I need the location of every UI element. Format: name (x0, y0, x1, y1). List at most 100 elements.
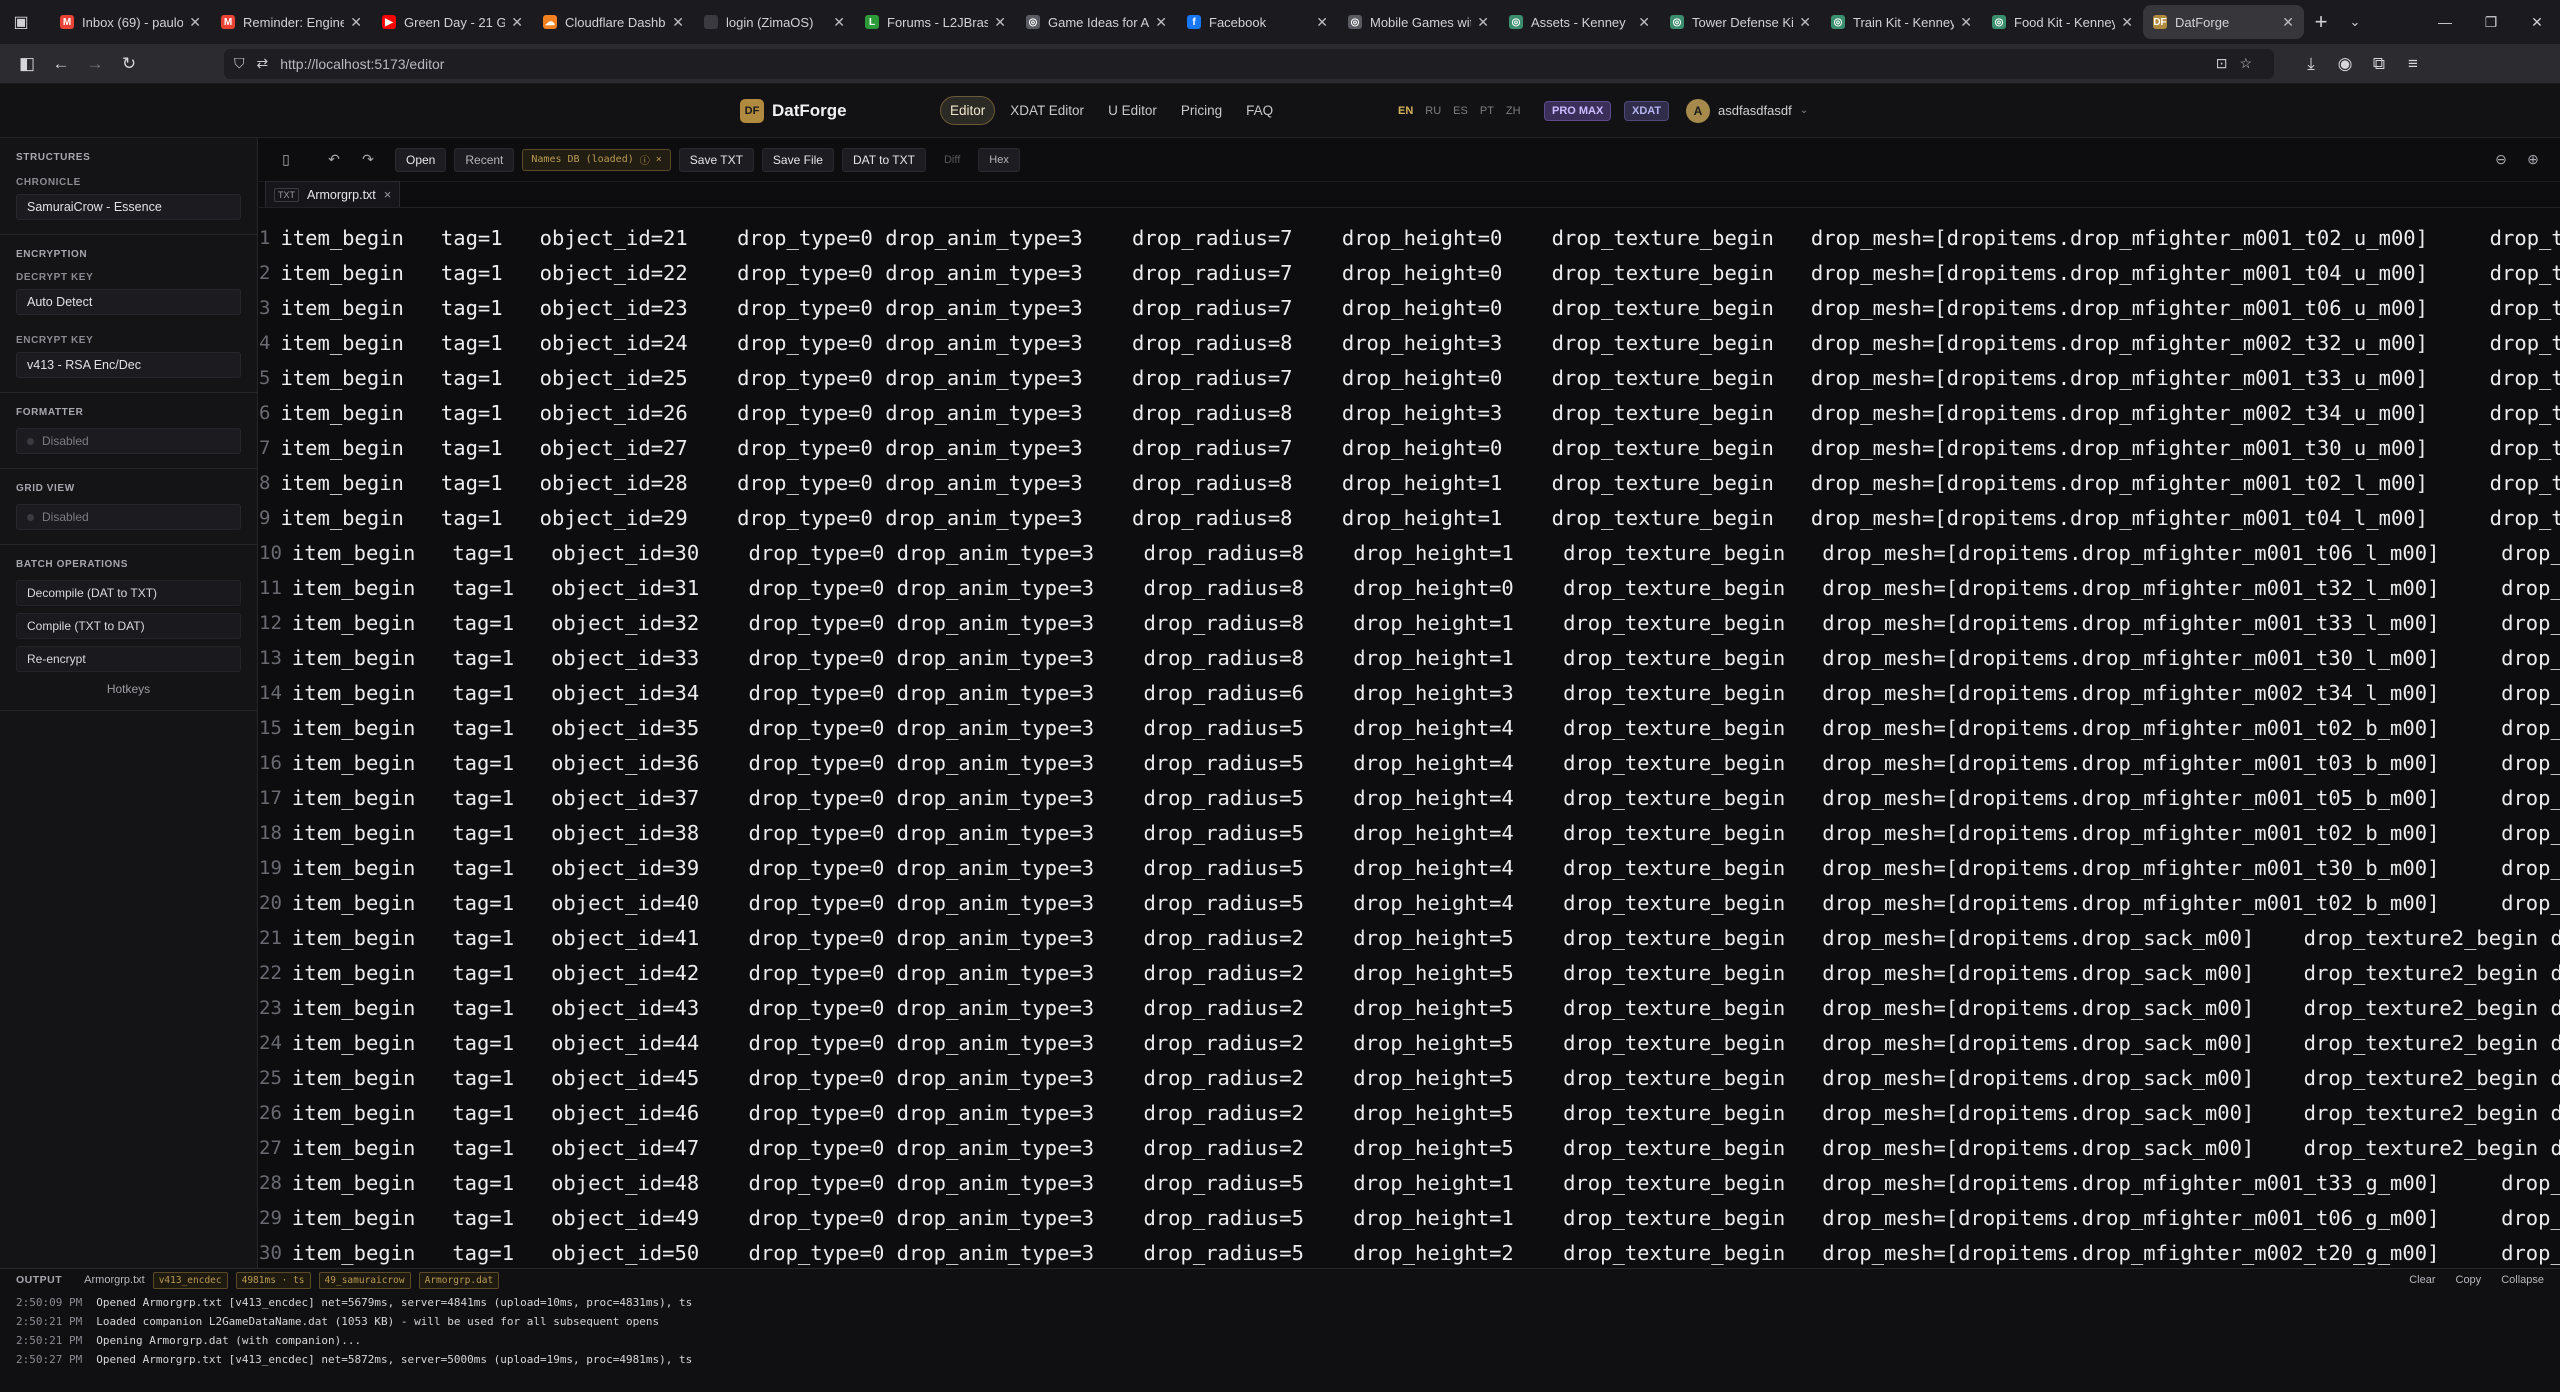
close-tab-icon[interactable]: ✕ (511, 14, 523, 31)
browser-tab[interactable]: login (ZimaOS) ✕ (694, 5, 855, 39)
code-line[interactable]: 7 item_begin tag=1 object_id=27 drop_type… (259, 430, 2560, 465)
nav-editor[interactable]: Editor (940, 96, 996, 125)
collapse-button[interactable]: Collapse (2501, 1274, 2544, 1286)
code-line[interactable]: 10 item_begin tag=1 object_id=30 drop_typ… (259, 535, 2560, 570)
save-file-button[interactable]: Save File (761, 147, 834, 172)
code-line[interactable]: 3 item_begin tag=1 object_id=23 drop_type… (259, 290, 2560, 325)
close-tab-icon[interactable]: ✕ (672, 14, 684, 31)
code-line[interactable]: 16 item_begin tag=1 object_id=36 drop_typ… (259, 745, 2560, 780)
code-line[interactable]: 2 item_begin tag=1 object_id=22 drop_type… (259, 255, 2560, 290)
browser-tab[interactable]: M Inbox (69) - paulofr ✕ (50, 5, 211, 39)
panel-toggle-icon[interactable]: ▯ (273, 147, 299, 173)
menu-icon[interactable]: ≡ (2396, 49, 2430, 79)
chronicle-select[interactable]: SamuraiCrow - Essence (16, 194, 241, 220)
browser-tab[interactable]: ◎ Train Kit - Kenney ✕ (1821, 5, 1982, 39)
close-tab-icon[interactable]: ✕ (1477, 14, 1489, 31)
zoom-out-icon[interactable]: ⊖ (2488, 147, 2514, 173)
undo-icon[interactable]: ↶ (321, 147, 347, 173)
code-line[interactable]: 27 item_begin tag=1 object_id=47 drop_typ… (259, 1130, 2560, 1165)
code-text[interactable]: item_begin tag=1 object_id=29 drop_type=… (280, 506, 2560, 530)
tab-list-chevron-icon[interactable]: ⌄ (2338, 5, 2372, 39)
url-bar[interactable]: ⛉ ⇄ http://localhost:5173/editor ⊡ ☆ (224, 48, 2274, 79)
code-text[interactable]: item_begin tag=1 object_id=22 drop_type=… (280, 261, 2560, 285)
lang-zh[interactable]: ZH (1506, 105, 1521, 117)
code-text[interactable]: item_begin tag=1 object_id=43 drop_type=… (292, 996, 2560, 1020)
code-text[interactable]: item_begin tag=1 object_id=45 drop_type=… (292, 1066, 2560, 1090)
code-text[interactable]: item_begin tag=1 object_id=36 drop_type=… (292, 751, 2560, 775)
code-text[interactable]: item_begin tag=1 object_id=30 drop_type=… (292, 541, 2560, 565)
code-text[interactable]: item_begin tag=1 object_id=50 drop_type=… (292, 1241, 2560, 1265)
code-line[interactable]: 18 item_begin tag=1 object_id=38 drop_typ… (259, 815, 2560, 850)
extensions-icon[interactable]: ⧉ (2362, 49, 2396, 79)
back-icon[interactable]: ← (44, 49, 78, 79)
browser-tab[interactable]: f Facebook ✕ (1177, 5, 1338, 39)
code-text[interactable]: item_begin tag=1 object_id=40 drop_type=… (292, 891, 2560, 915)
recent-button[interactable]: Recent (454, 147, 515, 172)
code-text[interactable]: item_begin tag=1 object_id=42 drop_type=… (292, 961, 2560, 985)
code-text[interactable]: item_begin tag=1 object_id=25 drop_type=… (280, 366, 2560, 390)
diff-button[interactable]: Diff (934, 148, 970, 172)
code-line[interactable]: 25 item_begin tag=1 object_id=45 drop_typ… (259, 1060, 2560, 1095)
browser-tab[interactable]: M Reminder: Engineer ✕ (211, 5, 372, 39)
code-text[interactable]: item_begin tag=1 object_id=31 drop_type=… (292, 576, 2560, 600)
code-line[interactable]: 29 item_begin tag=1 object_id=49 drop_typ… (259, 1200, 2560, 1235)
decrypt-key-select[interactable]: Auto Detect (16, 289, 241, 315)
tab-overview-icon[interactable]: ▣ (6, 7, 36, 37)
code-text[interactable]: item_begin tag=1 object_id=28 drop_type=… (280, 471, 2560, 495)
browser-tab[interactable]: DF DatForge ✕ (2143, 5, 2304, 39)
code-text[interactable]: item_begin tag=1 object_id=48 drop_type=… (292, 1171, 2560, 1195)
browser-tab[interactable]: ◎ Mobile Games with ✕ (1338, 5, 1499, 39)
code-line[interactable]: 6 item_begin tag=1 object_id=26 drop_type… (259, 395, 2560, 430)
grid-view-toggle[interactable]: Disabled (16, 504, 241, 530)
code-text[interactable]: item_begin tag=1 object_id=21 drop_type=… (280, 226, 2560, 250)
code-text[interactable]: item_begin tag=1 object_id=23 drop_type=… (280, 296, 2560, 320)
code-text[interactable]: item_begin tag=1 object_id=32 drop_type=… (292, 611, 2560, 635)
close-tab-icon[interactable]: ✕ (1638, 14, 1650, 31)
redo-icon[interactable]: ↷ (355, 147, 381, 173)
file-tab[interactable]: TXT Armorgrp.txt × (265, 181, 401, 207)
code-line[interactable]: 9 item_begin tag=1 object_id=29 drop_type… (259, 500, 2560, 535)
nav-xdat-editor[interactable]: XDAT Editor (1001, 97, 1093, 124)
minimize-icon[interactable]: — (2422, 0, 2468, 44)
code-text[interactable]: item_begin tag=1 object_id=41 drop_type=… (292, 926, 2560, 950)
close-tab-icon[interactable]: ✕ (2282, 14, 2294, 31)
browser-tab[interactable]: ◎ Tower Defense Kit ✕ (1660, 5, 1821, 39)
reload-icon[interactable]: ↻ (112, 49, 146, 79)
close-tab-icon[interactable]: ✕ (189, 14, 201, 31)
open-button[interactable]: Open (395, 147, 447, 172)
code-text[interactable]: item_begin tag=1 object_id=34 drop_type=… (292, 681, 2560, 705)
compile-button[interactable]: Compile (TXT to DAT) (16, 613, 241, 639)
close-tab-icon[interactable]: ✕ (2121, 14, 2133, 31)
decompile-button[interactable]: Decompile (DAT to TXT) (16, 580, 241, 606)
close-icon[interactable]: × (656, 154, 662, 165)
code-line[interactable]: 21 item_begin tag=1 object_id=41 drop_typ… (259, 920, 2560, 955)
formatter-toggle[interactable]: Disabled (16, 428, 241, 454)
dat-to-txt-button[interactable]: DAT to TXT (841, 147, 926, 172)
browser-tab[interactable]: ◎ Food Kit - Kenney ✕ (1982, 5, 2143, 39)
code-line[interactable]: 23 item_begin tag=1 object_id=43 drop_typ… (259, 990, 2560, 1025)
browser-tab[interactable]: ◎ Assets - Kenney ✕ (1499, 5, 1660, 39)
brand[interactable]: DF DatForge (740, 98, 847, 123)
restore-icon[interactable]: ❐ (2468, 0, 2514, 44)
code-line[interactable]: 13 item_begin tag=1 object_id=33 drop_typ… (259, 640, 2560, 675)
code-editor[interactable]: 1 item_begin tag=1 object_id=21 drop_type… (259, 220, 2560, 1268)
nav-u-editor[interactable]: U Editor (1099, 97, 1166, 124)
close-tab-icon[interactable]: ✕ (1960, 14, 1972, 31)
close-tab-icon[interactable]: ✕ (1799, 14, 1811, 31)
url-text[interactable]: http://localhost:5173/editor (280, 56, 444, 72)
code-text[interactable]: item_begin tag=1 object_id=49 drop_type=… (292, 1206, 2560, 1230)
code-text[interactable]: item_begin tag=1 object_id=27 drop_type=… (280, 436, 2560, 460)
copy-button[interactable]: Copy (2456, 1274, 2482, 1286)
code-line[interactable]: 12 item_begin tag=1 object_id=32 drop_typ… (259, 605, 2560, 640)
shield-icon[interactable]: ⛉ (234, 55, 245, 72)
code-line[interactable]: 15 item_begin tag=1 object_id=35 drop_typ… (259, 710, 2560, 745)
code-text[interactable]: item_begin tag=1 object_id=24 drop_type=… (280, 331, 2560, 355)
lang-es[interactable]: ES (1453, 105, 1468, 117)
code-line[interactable]: 19 item_begin tag=1 object_id=39 drop_typ… (259, 850, 2560, 885)
code-text[interactable]: item_begin tag=1 object_id=38 drop_type=… (292, 821, 2560, 845)
save-txt-button[interactable]: Save TXT (678, 147, 754, 172)
hex-button[interactable]: Hex (978, 147, 1020, 172)
code-line[interactable]: 20 item_begin tag=1 object_id=40 drop_typ… (259, 885, 2560, 920)
hotkeys-link[interactable]: Hotkeys (16, 682, 241, 696)
zoom-in-icon[interactable]: ⊕ (2520, 147, 2546, 173)
